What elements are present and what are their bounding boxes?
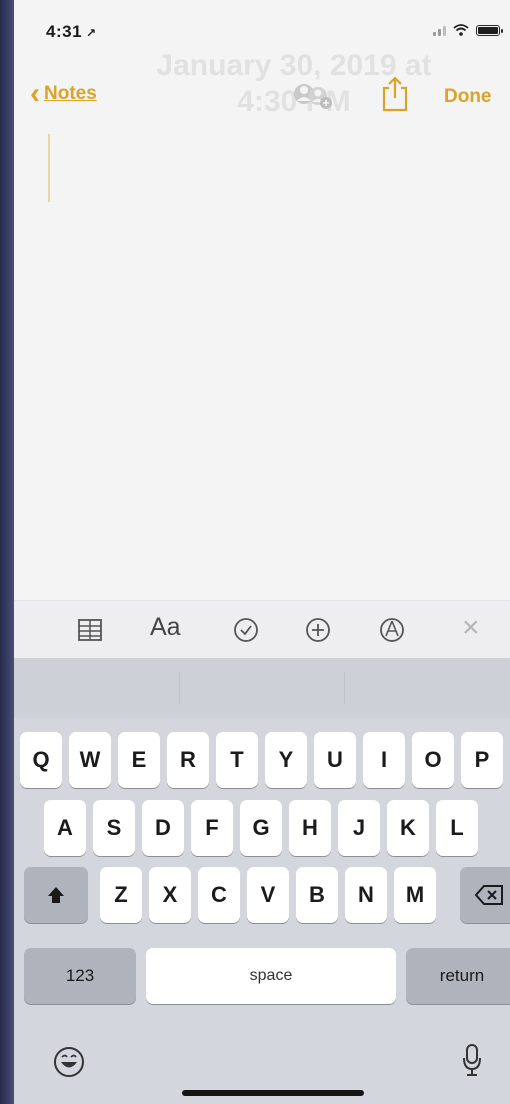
key[interactable]: D xyxy=(142,800,184,856)
microphone-icon[interactable] xyxy=(462,1043,482,1082)
wifi-icon xyxy=(453,24,469,36)
key[interactable]: V xyxy=(247,867,289,923)
key[interactable]: U xyxy=(314,732,356,788)
emoji-icon[interactable] xyxy=(52,1045,86,1084)
key[interactable]: R xyxy=(167,732,209,788)
note-body[interactable] xyxy=(14,128,510,600)
location-icon: ↗ xyxy=(86,26,97,40)
key[interactable]: H xyxy=(289,800,331,856)
key[interactable]: W xyxy=(69,732,111,788)
key[interactable]: N xyxy=(345,867,387,923)
key[interactable]: X xyxy=(149,867,191,923)
done-button[interactable]: Done xyxy=(444,86,492,108)
key[interactable]: Y xyxy=(265,732,307,788)
add-people-icon[interactable] xyxy=(292,80,334,110)
text-format-button[interactable]: Aa xyxy=(150,613,181,642)
numbers-key[interactable]: 123 xyxy=(24,948,136,1004)
notes-screen: 4:31 ↗ January 30, 2019 at 4:30 PM ‹ Note… xyxy=(14,0,510,1104)
key[interactable]: B xyxy=(296,867,338,923)
status-icons xyxy=(433,24,503,36)
key[interactable]: E xyxy=(118,732,160,788)
shift-key[interactable] xyxy=(24,867,88,923)
delete-key[interactable] xyxy=(460,867,510,923)
key[interactable]: A xyxy=(44,800,86,856)
key[interactable]: S xyxy=(93,800,135,856)
keyboard: QWERTYUIOP ASDFGHJKL ZXCVBNM 123 space r… xyxy=(14,658,510,1104)
cellular-signal-icon xyxy=(433,24,446,36)
battery-icon xyxy=(476,24,503,36)
markup-icon[interactable] xyxy=(378,616,406,649)
key[interactable]: T xyxy=(216,732,258,788)
close-icon[interactable]: × xyxy=(462,611,480,645)
key[interactable]: J xyxy=(338,800,380,856)
predictive-text-bar[interactable] xyxy=(14,658,510,718)
key[interactable]: Z xyxy=(100,867,142,923)
chevron-left-icon: ‹ xyxy=(30,77,40,110)
checklist-icon[interactable] xyxy=(232,616,260,649)
back-label: Notes xyxy=(44,83,97,104)
table-icon[interactable] xyxy=(76,616,104,649)
add-icon[interactable] xyxy=(304,616,332,649)
time-label: 4:31 xyxy=(46,22,83,41)
key[interactable]: L xyxy=(436,800,478,856)
format-toolbar: Aa × xyxy=(14,600,510,658)
key[interactable]: M xyxy=(394,867,436,923)
key[interactable]: C xyxy=(198,867,240,923)
status-time: 4:31 ↗ xyxy=(46,22,97,42)
key[interactable]: O xyxy=(412,732,454,788)
navigation-bar: January 30, 2019 at 4:30 PM ‹ Notes Done xyxy=(14,49,510,128)
key[interactable]: I xyxy=(363,732,405,788)
key[interactable]: F xyxy=(191,800,233,856)
key[interactable]: Q xyxy=(20,732,62,788)
return-key[interactable]: return xyxy=(406,948,510,1004)
key[interactable]: P xyxy=(461,732,503,788)
key[interactable]: G xyxy=(240,800,282,856)
key[interactable]: K xyxy=(387,800,429,856)
home-indicator[interactable] xyxy=(182,1090,364,1096)
back-to-notes-button[interactable]: ‹ Notes xyxy=(30,77,97,110)
space-key[interactable]: space xyxy=(146,948,396,1004)
share-icon[interactable] xyxy=(380,76,410,112)
text-cursor xyxy=(48,134,50,202)
